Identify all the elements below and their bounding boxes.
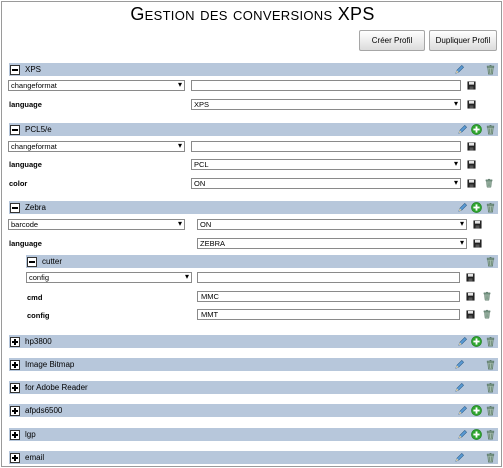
section-title: XPS — [25, 65, 42, 74]
cmd-input[interactable]: MMC — [197, 291, 460, 302]
trash-icon[interactable] — [485, 359, 496, 370]
section-header-image-bitmap[interactable]: Image Bitmap — [9, 358, 498, 371]
trash-icon[interactable] — [484, 178, 494, 188]
pencil-icon[interactable] — [457, 429, 468, 440]
plus-box-icon[interactable] — [10, 452, 20, 463]
section-header-adobe-reader[interactable]: for Adobe Reader — [9, 381, 498, 394]
trash-icon[interactable] — [485, 202, 496, 213]
trash-icon[interactable] — [485, 336, 496, 347]
floppy-save-icon[interactable] — [467, 179, 476, 188]
minus-box-icon[interactable] — [10, 64, 20, 75]
green-plus-icon[interactable] — [471, 405, 482, 416]
pencil-icon[interactable] — [454, 452, 465, 463]
floppy-save-icon[interactable] — [467, 142, 476, 151]
floppy-save-icon[interactable] — [467, 100, 476, 109]
section-header-afpds6500[interactable]: afpds6500 — [9, 404, 498, 417]
param-key-select[interactable]: config — [26, 272, 192, 283]
trash-icon[interactable] — [485, 64, 496, 75]
field-label-cmd: cmd — [27, 293, 43, 302]
duplicate-profile-button[interactable]: Dupliquer Profil — [429, 30, 497, 51]
section-title: Image Bitmap — [25, 360, 75, 369]
trash-icon[interactable] — [485, 382, 496, 393]
minus-box-icon[interactable] — [27, 256, 37, 267]
field-label-color: color — [9, 179, 28, 188]
language-select[interactable]: XPS — [191, 99, 461, 110]
param-value-select[interactable]: ON — [197, 219, 467, 230]
pencil-icon[interactable] — [457, 124, 468, 135]
subsection-header-cutter[interactable]: cutter — [26, 255, 498, 268]
page-title: Gestion des conversions XPS — [130, 4, 375, 24]
param-key-select[interactable]: changeformat — [8, 141, 185, 152]
section-title: lgp — [25, 430, 36, 439]
section-title: afpds6500 — [25, 406, 63, 415]
pencil-icon[interactable] — [457, 202, 468, 213]
plus-box-icon[interactable] — [10, 382, 20, 393]
green-plus-icon[interactable] — [471, 429, 482, 440]
trash-icon[interactable] — [482, 291, 492, 301]
green-plus-icon[interactable] — [471, 336, 482, 347]
section-title: for Adobe Reader — [25, 383, 88, 392]
section-title: email — [25, 453, 45, 462]
param-key-select[interactable]: changeformat — [8, 80, 185, 91]
trash-icon[interactable] — [485, 405, 496, 416]
minus-box-icon[interactable] — [10, 202, 20, 213]
floppy-save-icon[interactable] — [466, 310, 475, 319]
floppy-save-icon[interactable] — [467, 81, 476, 90]
section-header-xps[interactable]: XPS — [9, 63, 498, 76]
param-value-input[interactable] — [191, 141, 461, 152]
floppy-save-icon[interactable] — [467, 160, 476, 169]
trash-icon[interactable] — [485, 124, 496, 135]
section-header-lgp[interactable]: lgp — [9, 428, 498, 441]
plus-box-icon[interactable] — [10, 429, 20, 440]
field-label-config: config — [27, 311, 50, 320]
floppy-save-icon[interactable] — [466, 292, 475, 301]
language-select[interactable]: PCL — [191, 159, 461, 170]
pencil-icon[interactable] — [457, 336, 468, 347]
section-header-zebra[interactable]: Zebra — [9, 201, 498, 214]
section-header-hp3800[interactable]: hp3800 — [9, 335, 498, 348]
trash-icon[interactable] — [485, 256, 496, 267]
floppy-save-icon[interactable] — [473, 220, 482, 229]
green-plus-icon[interactable] — [471, 124, 482, 135]
language-select[interactable]: ZEBRA — [197, 238, 467, 249]
plus-box-icon[interactable] — [10, 336, 20, 347]
trash-icon[interactable] — [485, 429, 496, 440]
trash-icon[interactable] — [482, 309, 492, 319]
minus-box-icon[interactable] — [10, 124, 20, 135]
pencil-icon[interactable] — [454, 382, 465, 393]
conversion-panel: Gestion des conversions XPS Créer Profil… — [1, 1, 502, 467]
floppy-save-icon[interactable] — [473, 239, 482, 248]
trash-icon[interactable] — [485, 452, 496, 463]
param-key-select[interactable]: barcode — [8, 219, 185, 230]
section-title: PCL5/e — [25, 125, 52, 134]
field-label-language: language — [9, 100, 42, 109]
pencil-icon[interactable] — [454, 359, 465, 370]
config-input[interactable]: MMT — [197, 309, 460, 320]
field-label-language: language — [9, 239, 42, 248]
param-value-input[interactable] — [197, 272, 460, 283]
create-profile-button[interactable]: Créer Profil — [359, 30, 425, 51]
green-plus-icon[interactable] — [471, 202, 482, 213]
section-title: hp3800 — [25, 337, 52, 346]
section-header-pcl[interactable]: PCL5/e — [9, 123, 498, 136]
field-label-language: language — [9, 160, 42, 169]
section-title: Zebra — [25, 203, 46, 212]
subsection-title: cutter — [42, 257, 63, 266]
plus-box-icon[interactable] — [10, 405, 20, 416]
param-value-input[interactable] — [191, 80, 461, 91]
color-select[interactable]: ON — [191, 178, 461, 189]
plus-box-icon[interactable] — [10, 359, 20, 370]
floppy-save-icon[interactable] — [466, 273, 475, 282]
pencil-icon[interactable] — [454, 64, 465, 75]
pencil-icon[interactable] — [457, 405, 468, 416]
section-header-email[interactable]: email — [9, 451, 498, 464]
